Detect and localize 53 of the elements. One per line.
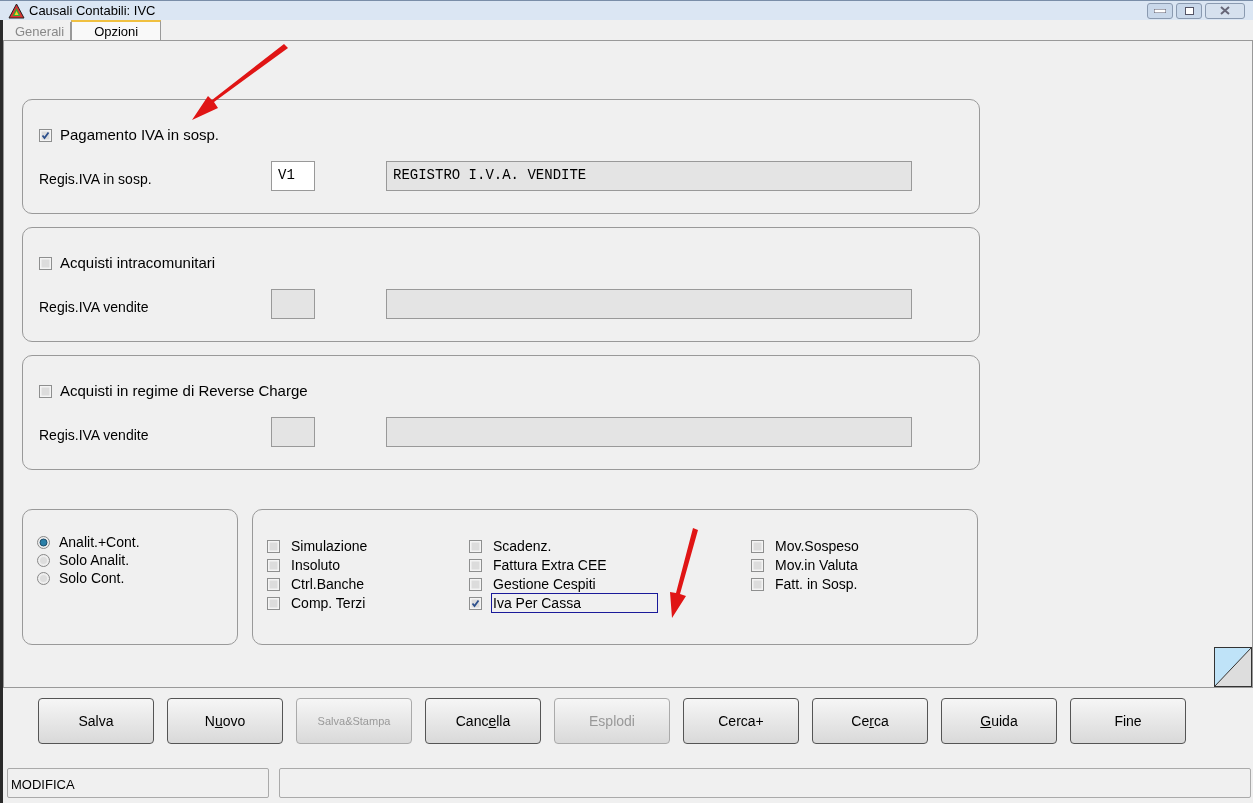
checkbox-label: Scadenz. (492, 536, 552, 556)
code-field[interactable]: V1 (271, 160, 315, 191)
checkbox-label: Iva Per Cassa (491, 593, 658, 613)
radio-button[interactable] (37, 536, 50, 549)
checkbox-label: Acquisti intracomunitari (60, 253, 216, 273)
checkbox-label: Ctrl.Banche (290, 574, 365, 594)
checkbox-label: Pagamento IVA in sosp. (60, 125, 219, 145)
checkbox-label: Mov.Sospeso (774, 536, 859, 556)
checkbox[interactable] (751, 577, 764, 591)
checkbox[interactable] (751, 539, 764, 553)
toolbar-button[interactable]: Nuovo (167, 698, 283, 744)
checkbox-label: Mov.in Valuta (774, 555, 858, 575)
close-button[interactable] (1205, 2, 1245, 19)
status-mode: MODIFICA (7, 768, 269, 798)
toolbar-button[interactable]: Guida (941, 698, 1057, 744)
checkbox-label: Fattura Extra CEE (492, 555, 607, 575)
checkbox[interactable] (469, 558, 482, 572)
radio-button[interactable] (37, 554, 50, 567)
window-title: Causali Contabili: IVC (29, 1, 156, 20)
checkbox-label: Insoluto (290, 555, 341, 575)
checkbox-label: Acquisti in regime di Reverse Charge (60, 381, 308, 401)
checkbox[interactable] (39, 384, 52, 398)
checkbox[interactable] (39, 128, 52, 142)
radio-label: Solo Cont. (59, 569, 125, 588)
checkbox-label: Simulazione (290, 536, 368, 556)
maximize-button[interactable] (1176, 2, 1202, 19)
checkbox[interactable] (267, 577, 280, 591)
maximize-icon (1184, 6, 1194, 15)
radio-label: Analit.+Cont. (59, 533, 140, 552)
radio-button[interactable] (37, 572, 50, 585)
checkbox[interactable] (469, 539, 482, 553)
checkbox-label: Fatt. in Sosp. (774, 574, 858, 594)
toolbar-button[interactable]: Salva (38, 698, 154, 744)
checkbox[interactable] (751, 558, 764, 572)
checkbox[interactable] (39, 256, 52, 270)
toolbar-button[interactable]: Cerca (812, 698, 928, 744)
toolbar-button[interactable]: Fine (1070, 698, 1186, 744)
checkbox[interactable] (267, 558, 280, 572)
minimize-icon (1154, 8, 1166, 13)
field-label: Regis.IVA in sosp. (39, 170, 153, 189)
tab[interactable]: Opzioni (71, 20, 162, 40)
close-icon (1220, 6, 1230, 15)
radio-label: Solo Analit. (59, 551, 130, 570)
checkbox[interactable] (267, 539, 280, 553)
toolbar-button[interactable]: Cancella (425, 698, 541, 744)
field-label: Regis.IVA vendite (39, 426, 150, 445)
toolbar-button[interactable]: Cerca+ (683, 698, 799, 744)
checkbox[interactable] (267, 596, 280, 610)
checkbox[interactable] (469, 596, 482, 610)
checkbox[interactable] (469, 577, 482, 591)
field-label: Regis.IVA vendite (39, 298, 150, 317)
checkbox-label: Comp. Terzi (290, 593, 366, 613)
checkbox-label: Gestione Cespiti (492, 574, 596, 594)
